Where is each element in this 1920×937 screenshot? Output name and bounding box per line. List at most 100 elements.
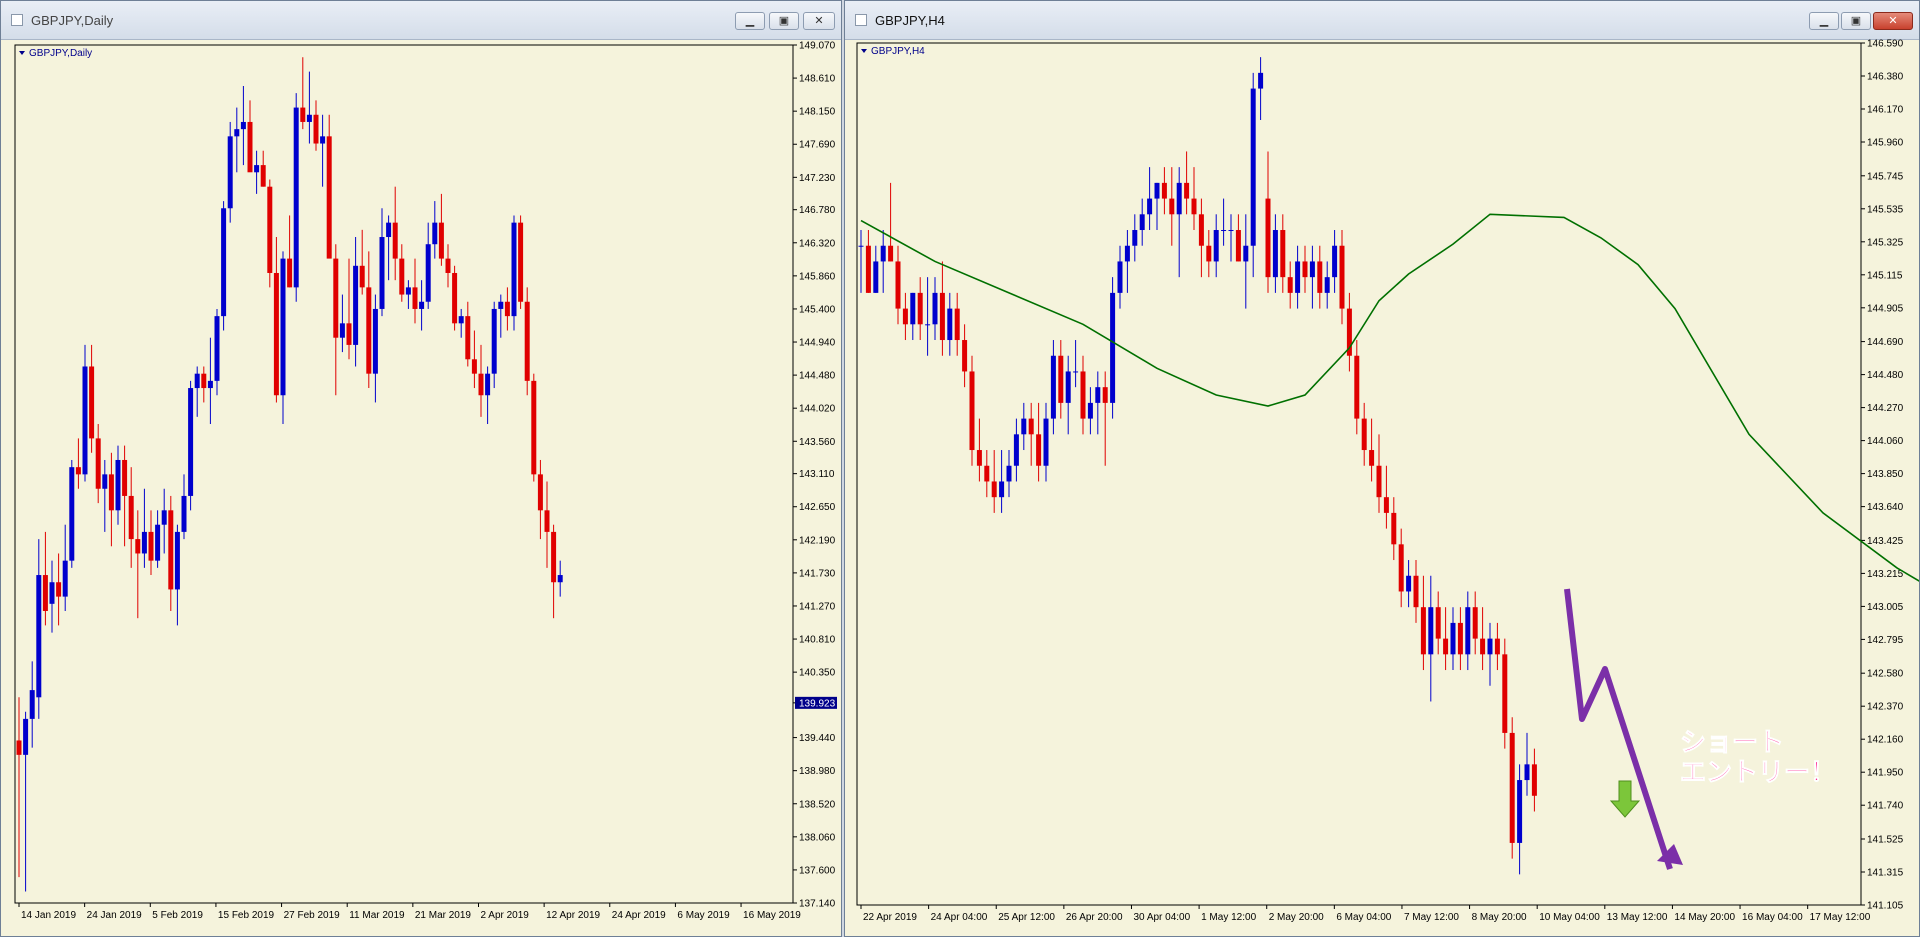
candle-body <box>1524 764 1530 781</box>
candle-body <box>82 366 88 475</box>
window-titlebar[interactable]: GBPJPY,H4 ▁ ▣ ✕ <box>845 1 1919 40</box>
y-tick-label: 144.480 <box>799 371 836 382</box>
close-icon[interactable]: ✕ <box>803 12 835 30</box>
candle-body <box>880 245 886 262</box>
candle-body <box>102 474 108 489</box>
candle-body <box>471 359 477 374</box>
x-tick-label: 21 Mar 2019 <box>415 910 472 921</box>
y-tick-label: 142.190 <box>799 535 836 546</box>
candle-body <box>1154 182 1160 199</box>
candle-body <box>1309 261 1315 278</box>
daily-candlestick-chart[interactable]: GBPJPY,Daily 149.070 148.610 148.150 147.690… <box>1 39 841 936</box>
y-tick-label: 146.320 <box>799 238 836 249</box>
y-tick-label: 148.610 <box>799 74 836 85</box>
candle-body <box>300 107 306 122</box>
candle-body <box>1391 512 1397 545</box>
candle-body <box>1132 230 1138 246</box>
candle-body <box>1413 575 1419 608</box>
y-tick-label: 144.940 <box>799 338 836 349</box>
candle-body <box>939 292 945 341</box>
candle-body <box>42 575 48 612</box>
candle-body <box>227 136 233 209</box>
candle-body <box>1369 450 1375 466</box>
candle-body <box>379 237 385 309</box>
y-tick-label: 138.980 <box>799 766 836 777</box>
h4-chart-window[interactable]: GBPJPY,H4 ▁ ▣ ✕ GBPJPY,H4 146.590 146.380 1… <box>844 0 1920 937</box>
x-tick-label: 30 Apr 04:00 <box>1133 912 1190 923</box>
candle-body <box>1339 245 1345 309</box>
candle-body <box>399 258 405 295</box>
minimize-icon[interactable]: ▁ <box>735 12 765 30</box>
candle-body <box>962 340 968 372</box>
y-tick-label: 143.850 <box>1867 469 1904 480</box>
maximize-icon[interactable]: ▣ <box>769 12 799 30</box>
y-tick-label: 143.005 <box>1867 602 1904 613</box>
candle-body <box>991 481 997 498</box>
y-tick-label: 149.070 <box>799 41 836 52</box>
candle-body <box>531 380 537 475</box>
candle-body <box>1295 261 1301 293</box>
candle-body <box>485 373 491 396</box>
y-tick-label: 142.795 <box>1867 635 1904 646</box>
candle-body <box>89 366 95 439</box>
x-tick-label: 8 May 20:00 <box>1472 912 1527 923</box>
y-tick-label: 139.440 <box>799 733 836 744</box>
candle-body <box>1376 465 1382 498</box>
x-tick-label: 10 May 04:00 <box>1539 912 1600 923</box>
candle-body <box>95 438 101 489</box>
candle-body <box>1450 622 1456 655</box>
y-tick-label: 144.020 <box>799 404 836 415</box>
window-titlebar[interactable]: GBPJPY,Daily ▁ ▣ ✕ <box>1 1 841 40</box>
candle-body <box>1073 371 1079 373</box>
candle-body <box>16 740 22 755</box>
candle-body <box>524 301 530 381</box>
minimize-icon[interactable]: ▁ <box>1809 12 1839 30</box>
candle-body <box>221 208 227 317</box>
y-tick-label: 146.590 <box>1867 39 1904 50</box>
y-tick-label: 140.350 <box>799 668 836 679</box>
candle-body <box>452 272 458 324</box>
candle-body <box>194 373 200 389</box>
candle-body <box>287 258 293 288</box>
candle-body <box>1102 387 1108 403</box>
candle-body <box>1117 261 1123 293</box>
candle-body <box>412 287 418 309</box>
candle-body <box>1406 575 1412 592</box>
y-tick-label: 140.810 <box>799 635 836 646</box>
dropdown-triangle-icon[interactable] <box>19 51 25 55</box>
candle-body <box>1354 355 1360 419</box>
daily-chart-window[interactable]: GBPJPY,Daily ▁ ▣ ✕ GBPJPY,Daily 149.070 14… <box>0 0 842 937</box>
candle-body <box>346 323 352 345</box>
y-tick-label: 145.860 <box>799 271 836 282</box>
candle-body <box>333 258 339 338</box>
annotation-text-line1: ショート <box>1680 727 1784 757</box>
dropdown-triangle-icon[interactable] <box>861 49 867 53</box>
candle-body <box>1147 198 1153 215</box>
y-tick-label: 141.270 <box>799 601 836 612</box>
y-tick-label: 147.690 <box>799 140 836 151</box>
candle-body <box>1198 214 1204 246</box>
y-tick-label: 138.520 <box>799 799 836 810</box>
candle-body <box>247 121 253 173</box>
close-icon[interactable]: ✕ <box>1873 12 1913 30</box>
x-tick-label: 16 May 2019 <box>743 910 801 921</box>
candle-body <box>122 459 128 496</box>
y-tick-label: 143.425 <box>1867 536 1904 547</box>
candle-body <box>895 261 901 309</box>
candle-body <box>1272 230 1278 278</box>
candle-body <box>1028 418 1034 435</box>
entry-arrow-icon <box>1609 780 1641 818</box>
y-tick-label: 148.150 <box>799 107 836 118</box>
candle-body <box>1435 607 1441 639</box>
candle-body <box>1317 261 1323 293</box>
y-tick-label: 141.740 <box>1867 801 1904 812</box>
y-tick-label: 141.525 <box>1867 834 1904 845</box>
maximize-icon[interactable]: ▣ <box>1841 12 1871 30</box>
y-tick-label: 144.270 <box>1867 403 1904 414</box>
annotation-text-line2: エントリー！ <box>1680 757 1836 787</box>
x-tick-label: 2 May 20:00 <box>1269 912 1324 923</box>
candle-body <box>386 222 392 238</box>
x-tick-label: 17 May 12:00 <box>1810 912 1871 923</box>
h4-candlestick-chart[interactable]: GBPJPY,H4 146.590 146.380 146.170 145.960 145… <box>845 39 1919 936</box>
candle-body <box>293 107 299 288</box>
